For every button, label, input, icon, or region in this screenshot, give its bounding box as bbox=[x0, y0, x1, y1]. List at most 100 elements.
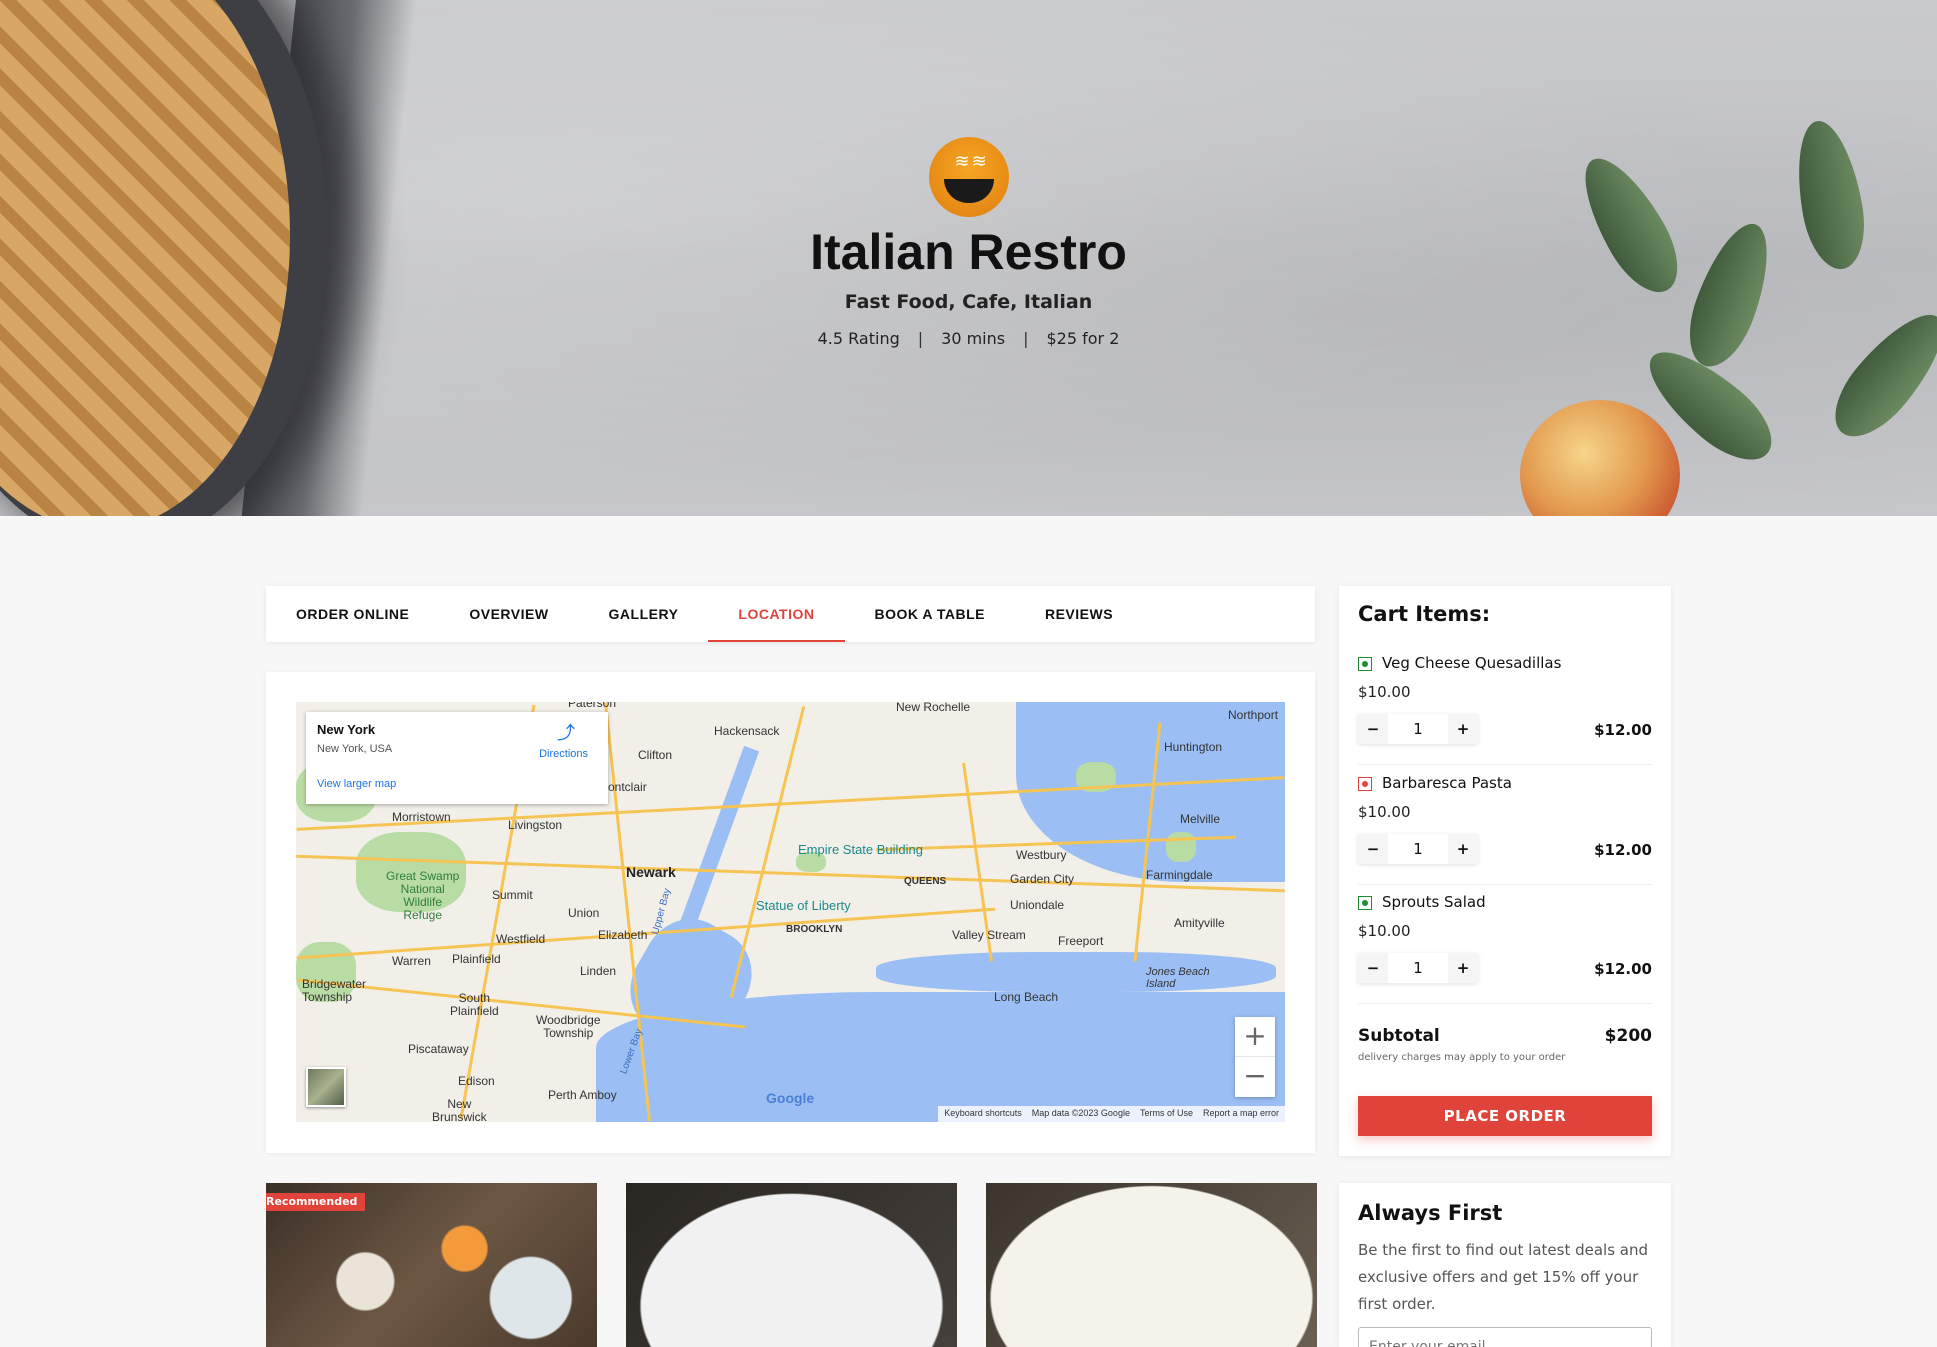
decrease-quantity-button[interactable]: − bbox=[1358, 714, 1388, 744]
place-order-button[interactable]: PLACE ORDER bbox=[1358, 1096, 1652, 1136]
quantity-stepper: − 1 + bbox=[1358, 834, 1478, 864]
restaurant-meta: 4.5 Rating | 30 mins | $25 for 2 bbox=[0, 329, 1937, 348]
map-label: BROOKLYN bbox=[786, 924, 843, 935]
view-larger-map-link[interactable]: View larger map bbox=[317, 778, 396, 790]
tab-book-a-table[interactable]: BOOK A TABLE bbox=[845, 586, 1015, 642]
map-label: South Plainfield bbox=[450, 991, 499, 1018]
quantity-value[interactable]: 1 bbox=[1388, 834, 1448, 864]
zoom-out-button[interactable]: − bbox=[1235, 1057, 1275, 1097]
cost-for-two: $25 for 2 bbox=[1046, 329, 1120, 348]
directions-link[interactable]: Directions bbox=[539, 748, 588, 760]
map-label: Amityville bbox=[1174, 916, 1225, 930]
map-label: Westbury bbox=[1016, 848, 1067, 862]
increase-quantity-button[interactable]: + bbox=[1448, 834, 1478, 864]
tab-gallery[interactable]: GALLERY bbox=[579, 586, 709, 642]
map-attribution: Keyboard shortcuts Map data ©2023 Google… bbox=[938, 1106, 1285, 1122]
quantity-value[interactable]: 1 bbox=[1388, 714, 1448, 744]
map-place-title: New York bbox=[317, 722, 376, 737]
quantity-value[interactable]: 1 bbox=[1388, 953, 1448, 983]
steam-icon: ≋≋ bbox=[954, 151, 989, 172]
restaurant-logo: ≋≋ bbox=[928, 137, 1009, 217]
cart-item: Veg Cheese Quesadillas $10.00 − 1 + $12.… bbox=[1358, 646, 1652, 765]
map-label: ontclair bbox=[608, 780, 647, 794]
newsletter-text: Be the first to find out latest deals an… bbox=[1358, 1241, 1649, 1313]
subtotal-value: $200 bbox=[1604, 1026, 1652, 1046]
food-photo[interactable] bbox=[986, 1183, 1317, 1347]
map-label: Union bbox=[568, 906, 600, 920]
google-map[interactable]: Paterson Hackensack New Rochelle Northpo… bbox=[296, 702, 1285, 1122]
map-label: Farmingdale bbox=[1146, 868, 1213, 882]
map-label: Long Beach bbox=[994, 990, 1059, 1004]
restaurant-cuisines: Fast Food, Cafe, Italian bbox=[844, 291, 1093, 313]
report-map-error-link[interactable]: Report a map error bbox=[1203, 1108, 1279, 1120]
map-place-address: New York, USA bbox=[317, 743, 393, 755]
map-label: Morristown bbox=[392, 810, 451, 824]
map-label: Statue of Liberty bbox=[756, 898, 851, 913]
map-label: Empire State Building bbox=[798, 842, 924, 857]
map-label: Melville bbox=[1180, 812, 1221, 826]
veg-indicator-icon bbox=[1358, 657, 1372, 671]
map-label: Freeport bbox=[1058, 934, 1104, 948]
map-label: Jones Beach Island bbox=[1146, 966, 1210, 990]
cart-panel: Cart Items: Veg Cheese Quesadillas $10.0… bbox=[1339, 586, 1671, 1156]
map-label: Westfield bbox=[496, 932, 546, 946]
rating-text: 4.5 Rating bbox=[817, 329, 900, 348]
map-label: Hackensack bbox=[714, 724, 780, 738]
satellite-toggle[interactable] bbox=[306, 1067, 346, 1107]
map-label: Uniondale bbox=[1010, 898, 1065, 912]
location-card: Paterson Hackensack New Rochelle Northpo… bbox=[266, 672, 1315, 1153]
map-label: Bridgewater Township bbox=[302, 977, 367, 1004]
map-label: Summit bbox=[492, 888, 533, 902]
map-label: Paterson bbox=[568, 702, 617, 710]
decrease-quantity-button[interactable]: − bbox=[1358, 953, 1388, 983]
tab-reviews[interactable]: REVIEWS bbox=[1015, 586, 1143, 642]
map-label: Northport bbox=[1228, 708, 1279, 722]
subtotal-label: Subtotal bbox=[1358, 1026, 1440, 1046]
map-label: Linden bbox=[580, 964, 617, 978]
cart-item-name: Barbaresca Pasta bbox=[1382, 774, 1512, 792]
quantity-stepper: − 1 + bbox=[1358, 714, 1478, 744]
cart-title: Cart Items: bbox=[1358, 602, 1491, 626]
map-label: Huntington bbox=[1164, 740, 1223, 754]
hero-apple bbox=[1520, 400, 1680, 516]
increase-quantity-button[interactable]: + bbox=[1448, 714, 1478, 744]
restaurant-tabs: ORDER ONLINE OVERVIEW GALLERY LOCATION B… bbox=[266, 586, 1315, 642]
map-road bbox=[729, 706, 806, 998]
tab-order-online[interactable]: ORDER ONLINE bbox=[266, 586, 439, 642]
nonveg-indicator-icon bbox=[1358, 777, 1372, 791]
terms-of-use-link[interactable]: Terms of Use bbox=[1140, 1108, 1193, 1120]
delivery-note: delivery charges may apply to your order bbox=[1358, 1052, 1566, 1063]
map-label: Plainfield bbox=[452, 952, 501, 966]
map-label: Garden City bbox=[1010, 872, 1075, 886]
decrease-quantity-button[interactable]: − bbox=[1358, 834, 1388, 864]
map-label: Edison bbox=[458, 1074, 495, 1088]
quantity-stepper: − 1 + bbox=[1358, 953, 1478, 983]
map-label: Valley Stream bbox=[952, 928, 1026, 942]
cart-item-name: Veg Cheese Quesadillas bbox=[1382, 654, 1562, 672]
google-logo: Google bbox=[766, 1090, 815, 1106]
map-label: Great Swamp National Wildlife Refuge bbox=[386, 869, 460, 922]
map-label: New Rochelle bbox=[896, 702, 971, 714]
recommended-badge: Recommended bbox=[266, 1193, 366, 1211]
cart-item-price: $10.00 bbox=[1358, 922, 1411, 940]
map-data-text: Map data ©2023 Google bbox=[1031, 1108, 1130, 1118]
increase-quantity-button[interactable]: + bbox=[1448, 953, 1478, 983]
food-photo[interactable] bbox=[626, 1183, 957, 1347]
map-label: Perth Amboy bbox=[548, 1088, 617, 1102]
restaurant-header: ≋≋ Italian Restro Fast Food, Cafe, Itali… bbox=[0, 137, 1937, 348]
keyboard-shortcuts-link[interactable]: Keyboard shortcuts bbox=[944, 1108, 1022, 1120]
cart-item-total: $12.00 bbox=[1594, 841, 1652, 859]
map-label: QUEENS bbox=[904, 876, 947, 887]
tab-overview[interactable]: OVERVIEW bbox=[439, 586, 578, 642]
food-photo[interactable]: Recommended bbox=[266, 1183, 597, 1347]
map-label: New Brunswick bbox=[432, 1097, 487, 1123]
zoom-in-button[interactable]: + bbox=[1235, 1017, 1275, 1057]
map-water bbox=[876, 952, 1276, 992]
directions-icon[interactable]: ⤴ bbox=[557, 724, 575, 742]
cart-item: Barbaresca Pasta $10.00 − 1 + $12.00 bbox=[1358, 766, 1652, 885]
map-label: Livingston bbox=[508, 818, 563, 832]
email-field[interactable] bbox=[1358, 1327, 1652, 1347]
delivery-time: 30 mins bbox=[941, 329, 1006, 348]
map-label: Elizabeth bbox=[598, 928, 648, 942]
tab-location[interactable]: LOCATION bbox=[708, 586, 845, 642]
